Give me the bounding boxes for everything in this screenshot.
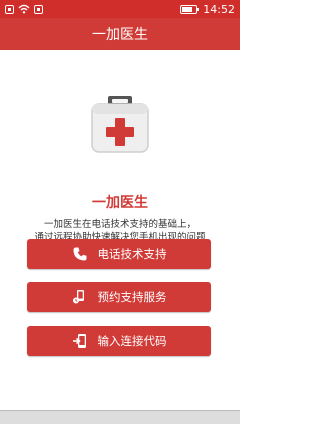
phone-support-label: 电话技术支持 (97, 247, 167, 261)
enter-code-label: 输入连接代码 (97, 334, 167, 348)
phone-icon (73, 247, 86, 261)
app-name: 一加医生 (92, 195, 148, 211)
appointment-icon (72, 290, 84, 304)
first-aid-kit-icon (91, 96, 149, 153)
status-icons-left (5, 4, 43, 14)
main-content: 一加医生 一加医生在电话技术支持的基础上， 通过远程协助快速解决您手机出现的问题… (0, 50, 240, 410)
book-service-label: 预约支持服务 (97, 290, 167, 304)
sim-icon (34, 4, 43, 14)
enter-code-button[interactable]: 输入连接代码 (27, 326, 211, 356)
battery-icon (180, 4, 200, 14)
page-title: 一加医生 (92, 27, 148, 43)
title-bar: 一加医生 (0, 18, 240, 50)
description-line-1: 一加医生在电话技术支持的基础上， (43, 219, 196, 230)
phone-support-button[interactable]: 电话技术支持 (27, 239, 211, 269)
connect-code-icon (72, 334, 86, 348)
notification-icon (5, 4, 14, 14)
wifi-icon (18, 4, 30, 14)
status-bar: 14:52 (0, 0, 240, 18)
book-service-button[interactable]: 预约支持服务 (27, 282, 211, 312)
status-icons-right: 14:52 (180, 3, 235, 16)
bottom-edge (0, 410, 240, 424)
status-time: 14:52 (203, 2, 235, 16)
